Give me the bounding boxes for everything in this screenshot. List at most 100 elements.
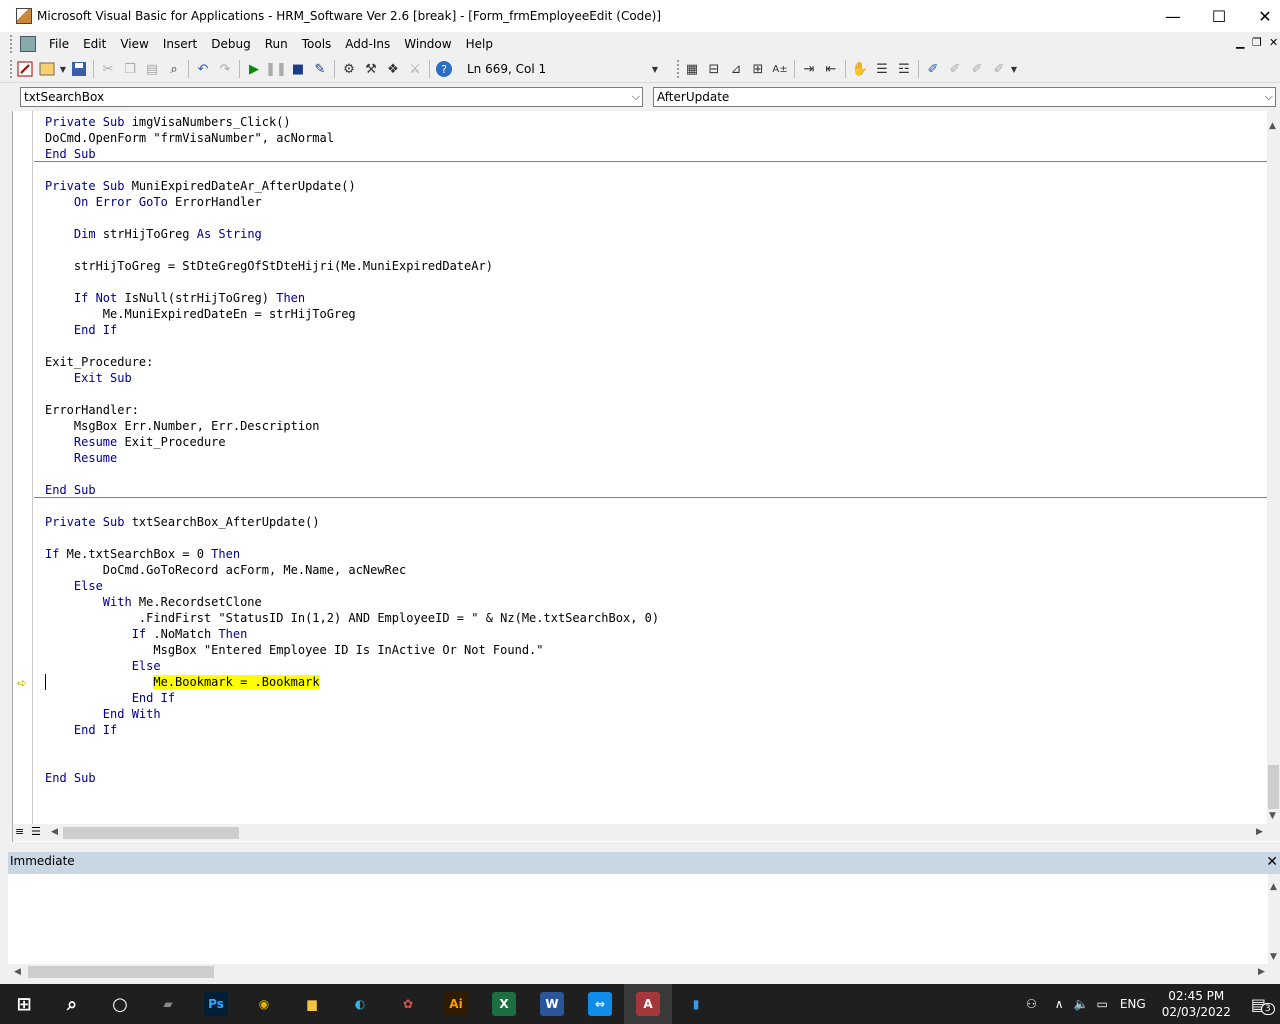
code-line[interactable]: [45, 242, 659, 258]
menu-file[interactable]: File: [42, 33, 76, 55]
code-line[interactable]: Me.MuniExpiredDateEn = strHijToGreg: [45, 306, 659, 322]
code-line[interactable]: [45, 338, 659, 354]
procedure-view-icon[interactable]: ≡: [15, 825, 24, 838]
full-module-view-icon[interactable]: ☰: [31, 825, 41, 838]
taskbar-windows-start[interactable]: ⊞: [0, 984, 48, 1024]
show-hidden-icons-icon[interactable]: ∧: [1055, 997, 1064, 1011]
code-line[interactable]: [45, 466, 659, 482]
undo-icon[interactable]: ↶: [192, 58, 214, 80]
taskbar-cortana[interactable]: ○: [96, 984, 144, 1024]
margin-indicator-bar[interactable]: [13, 111, 33, 824]
outdent-icon[interactable]: ⇤: [820, 58, 842, 80]
code-line[interactable]: strHijToGreg = StDteGregOfStDteHijri(Me.…: [45, 258, 659, 274]
immediate-vertical-scrollbar[interactable]: ▲ ▼: [1268, 874, 1280, 964]
code-line[interactable]: MsgBox "Entered Employee ID Is InActive …: [45, 642, 659, 658]
language-indicator[interactable]: ENG: [1120, 997, 1146, 1011]
copy-icon[interactable]: ❐: [119, 58, 141, 80]
taskbar-teamviewer[interactable]: ⇔: [576, 984, 624, 1024]
menu-view[interactable]: View: [113, 33, 155, 55]
view-access-icon[interactable]: [14, 58, 36, 80]
save-icon[interactable]: [68, 58, 90, 80]
code-line[interactable]: [45, 386, 659, 402]
mdi-close-button[interactable]: ✕: [1269, 36, 1278, 49]
code-line[interactable]: MsgBox Err.Number, Err.Description: [45, 418, 659, 434]
code-line[interactable]: If .NoMatch Then: [45, 626, 659, 642]
code-line[interactable]: Me.Bookmark = .Bookmark: [45, 674, 659, 690]
code-line[interactable]: DoCmd.OpenForm "frmVisaNumber", acNormal: [45, 130, 659, 146]
paste-icon[interactable]: ▤: [141, 58, 163, 80]
code-line[interactable]: End Sub: [45, 146, 659, 162]
edit-toolbar-chevron-icon[interactable]: ▼: [1010, 58, 1018, 80]
taskbar-edge[interactable]: ◐: [336, 984, 384, 1024]
code-line[interactable]: [45, 530, 659, 546]
volume-icon[interactable]: 🔈: [1074, 997, 1089, 1011]
mdi-minimize-button[interactable]: ▁: [1236, 36, 1244, 49]
toggle-breakpoint-icon[interactable]: ✋: [849, 58, 871, 80]
code-line[interactable]: Exit Sub: [45, 370, 659, 386]
properties-window-icon[interactable]: ⚒: [360, 58, 382, 80]
code-line[interactable]: Else: [45, 658, 659, 674]
object-combo[interactable]: txtSearchBox ⌵: [20, 87, 643, 107]
list-properties-icon[interactable]: ▦: [681, 58, 703, 80]
code-line[interactable]: [45, 498, 659, 514]
run-icon[interactable]: ▶: [243, 58, 265, 80]
scroll-up-icon[interactable]: ▲: [1269, 121, 1276, 131]
scroll-left-icon[interactable]: ◀: [51, 827, 58, 837]
code-line[interactable]: If Me.txtSearchBox = 0 Then: [45, 546, 659, 562]
menu-edit[interactable]: Edit: [76, 33, 113, 55]
close-button[interactable]: ✕: [1242, 0, 1280, 32]
minimize-button[interactable]: —: [1150, 0, 1196, 32]
find-icon[interactable]: ⌕: [163, 58, 185, 80]
people-icon[interactable]: ⚇: [1026, 997, 1037, 1011]
code-line[interactable]: [45, 754, 659, 770]
toolbox-icon[interactable]: ⚔: [404, 58, 426, 80]
insert-userform-icon[interactable]: [36, 58, 58, 80]
menu-add-ins[interactable]: Add-Ins: [338, 33, 397, 55]
code-editor[interactable]: Private Sub imgVisaNumbers_Click() DoCmd.…: [45, 114, 659, 786]
code-line[interactable]: End Sub: [45, 770, 659, 786]
taskbar-photoshop[interactable]: Ps: [192, 984, 240, 1024]
taskbar-access[interactable]: A: [624, 984, 672, 1024]
code-line[interactable]: End If: [45, 322, 659, 338]
taskbar-file-explorer[interactable]: ▆: [288, 984, 336, 1024]
taskbar-excel[interactable]: X: [480, 984, 528, 1024]
code-horizontal-scrollbar[interactable]: ≡ ☰ ◀ ▶: [13, 824, 1280, 841]
menu-window[interactable]: Window: [397, 33, 458, 55]
code-line[interactable]: ErrorHandler:: [45, 402, 659, 418]
code-line[interactable]: [45, 274, 659, 290]
quick-info-icon[interactable]: ⊿: [725, 58, 747, 80]
taskbar-illustrator[interactable]: Ai: [432, 984, 480, 1024]
menu-run[interactable]: Run: [258, 33, 295, 55]
scroll-up-icon[interactable]: ▲: [1270, 882, 1277, 892]
taskbar-search[interactable]: ⌕: [48, 984, 96, 1024]
mdi-restore-button[interactable]: ❐: [1252, 36, 1262, 49]
code-line[interactable]: Private Sub txtSearchBox_AfterUpdate(): [45, 514, 659, 530]
code-line[interactable]: Exit_Procedure:: [45, 354, 659, 370]
menubar-grip[interactable]: [10, 35, 14, 53]
maximize-button[interactable]: ☐: [1196, 0, 1242, 32]
toggle-bookmark-icon[interactable]: ✐: [922, 58, 944, 80]
help-icon[interactable]: ?: [433, 58, 455, 80]
procedure-combo[interactable]: AfterUpdate ⌵: [653, 87, 1276, 107]
code-vertical-scroll-thumb[interactable]: [1268, 765, 1279, 809]
code-line[interactable]: .FindFirst "StatusID In(1,2) AND Employe…: [45, 610, 659, 626]
code-line[interactable]: [45, 210, 659, 226]
code-line[interactable]: [45, 162, 659, 178]
chevron-down-icon[interactable]: ⌵: [1265, 88, 1273, 106]
menu-insert[interactable]: Insert: [156, 33, 204, 55]
next-bookmark-icon[interactable]: ✐: [944, 58, 966, 80]
indent-icon[interactable]: ⇥: [798, 58, 820, 80]
previous-bookmark-icon[interactable]: ✐: [966, 58, 988, 80]
code-line[interactable]: Private Sub MuniExpiredDateAr_AfterUpdat…: [45, 178, 659, 194]
project-explorer-icon[interactable]: ⚙: [338, 58, 360, 80]
code-line[interactable]: Dim strHijToGreg As String: [45, 226, 659, 242]
list-constants-icon[interactable]: ⊟: [703, 58, 725, 80]
code-window-icon[interactable]: [20, 36, 36, 52]
cut-icon[interactable]: ✂: [97, 58, 119, 80]
code-line[interactable]: With Me.RecordsetClone: [45, 594, 659, 610]
taskbar-word[interactable]: W: [528, 984, 576, 1024]
toolbar-options-chevron-icon[interactable]: ▼: [651, 58, 659, 80]
taskbar-clock[interactable]: 02:45 PM 02/03/2022: [1162, 988, 1231, 1020]
notifications-icon[interactable]: ▤ 3: [1251, 995, 1275, 1015]
scroll-right-icon[interactable]: ▶: [1256, 827, 1263, 837]
